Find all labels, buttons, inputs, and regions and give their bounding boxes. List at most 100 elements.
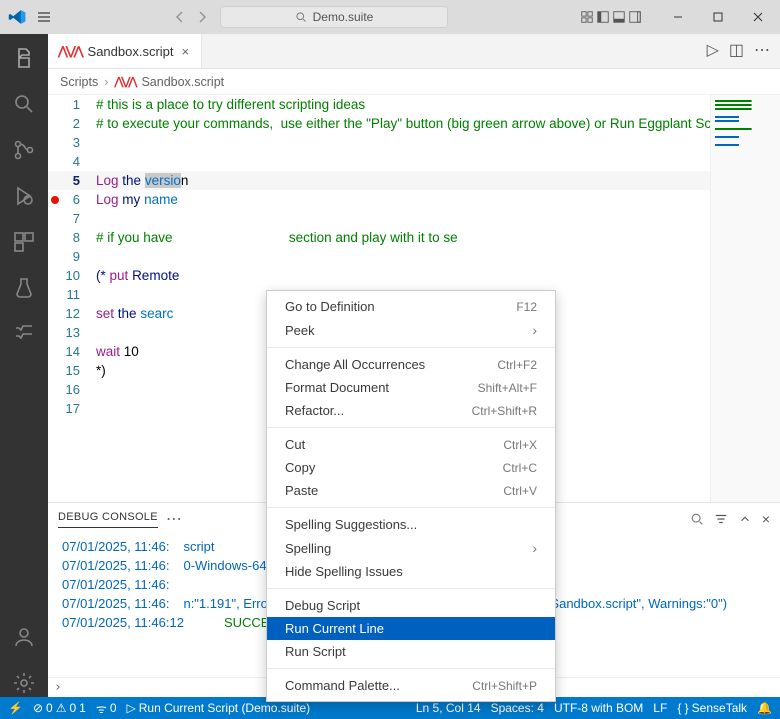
run-debug-icon[interactable] bbox=[10, 182, 38, 210]
menu-item-paste[interactable]: PasteCtrl+V bbox=[267, 479, 555, 502]
tab-sandbox-script[interactable]: ⋀⋁⋀ Sandbox.script × bbox=[48, 34, 202, 68]
run-split-icon[interactable]: ▷ bbox=[707, 43, 719, 59]
accounts-icon[interactable] bbox=[10, 623, 38, 651]
ports-status[interactable]: ᯤ 0 bbox=[96, 700, 117, 717]
menu-item-cut[interactable]: CutCtrl+X bbox=[267, 433, 555, 456]
editor-tabs: ⋀⋁⋀ Sandbox.script × ▷ ◫ ⋯ bbox=[48, 34, 780, 69]
command-center-search[interactable]: Demo.suite bbox=[220, 6, 448, 28]
window-close-button[interactable] bbox=[738, 0, 778, 34]
code-line[interactable]: 5Log the version bbox=[48, 171, 710, 190]
extensions-icon[interactable] bbox=[10, 228, 38, 256]
code-text: wait 10 bbox=[96, 342, 139, 361]
tab-close-icon[interactable]: × bbox=[180, 44, 192, 59]
line-number[interactable]: 8 bbox=[62, 228, 96, 247]
code-line[interactable]: 4 bbox=[48, 152, 710, 171]
problems-status[interactable]: ⊘ 0 ⚠ 0 1 bbox=[33, 701, 86, 715]
testing-icon[interactable] bbox=[10, 274, 38, 302]
code-line[interactable]: 1# this is a place to try different scri… bbox=[48, 95, 710, 114]
code-line[interactable]: 8# if you have section and play with it … bbox=[48, 228, 710, 247]
filter-lines-icon[interactable] bbox=[714, 512, 728, 526]
line-number[interactable]: 1 bbox=[62, 95, 96, 114]
code-text: # to execute your commands, use either t… bbox=[96, 114, 710, 133]
explorer-icon[interactable] bbox=[10, 44, 38, 72]
line-number[interactable]: 12 bbox=[62, 304, 96, 323]
menu-icon[interactable] bbox=[36, 9, 52, 25]
log-timestamp: 07/01/2025, 11:46: bbox=[62, 594, 169, 613]
panel-collapse-icon[interactable] bbox=[738, 512, 752, 526]
menu-item-run-current-line[interactable]: Run Current Line bbox=[267, 617, 555, 640]
remote-indicator[interactable]: ⚡ bbox=[8, 701, 23, 715]
layout-side-left-icon[interactable] bbox=[596, 10, 610, 24]
menu-item-format-document[interactable]: Format DocumentShift+Alt+F bbox=[267, 376, 555, 399]
line-number[interactable]: 17 bbox=[62, 399, 96, 418]
nav-forward-icon[interactable] bbox=[194, 9, 210, 25]
eol-status[interactable]: LF bbox=[653, 701, 667, 715]
code-line[interactable]: 7 bbox=[48, 209, 710, 228]
panel-filter-input[interactable] bbox=[676, 508, 704, 530]
code-line[interactable]: 2# to execute your commands, use either … bbox=[48, 114, 710, 133]
line-number[interactable]: 2 bbox=[62, 114, 96, 133]
breakpoint-icon[interactable] bbox=[51, 196, 59, 204]
search-activity-icon[interactable] bbox=[10, 90, 38, 118]
menu-item-run-script[interactable]: Run Script bbox=[267, 640, 555, 663]
chevron-right-icon: › bbox=[104, 75, 108, 89]
line-number[interactable]: 5 bbox=[62, 171, 96, 190]
main-area: ⋀⋁⋀ Sandbox.script × ▷ ◫ ⋯ Scripts › ⋀⋁⋀… bbox=[0, 34, 780, 697]
panel-overflow-icon[interactable]: ⋯ bbox=[166, 509, 182, 529]
line-number[interactable]: 7 bbox=[62, 209, 96, 228]
settings-gear-icon[interactable] bbox=[10, 669, 38, 697]
line-number[interactable]: 6 bbox=[62, 190, 96, 209]
menu-item-go-to-definition[interactable]: Go to DefinitionF12 bbox=[267, 295, 555, 318]
layout-panel-bottom-icon[interactable] bbox=[612, 10, 626, 24]
log-timestamp: 07/01/2025, 11:46: bbox=[62, 575, 169, 594]
panel-title[interactable]: DEBUG CONSOLE bbox=[58, 511, 158, 528]
menu-item-hide-spelling-issues[interactable]: Hide Spelling Issues bbox=[267, 560, 555, 583]
menu-item-label: Go to Definition bbox=[285, 299, 516, 314]
menu-item-debug-script[interactable]: Debug Script bbox=[267, 594, 555, 617]
line-number[interactable]: 9 bbox=[62, 247, 96, 266]
more-actions-icon[interactable]: ⋯ bbox=[754, 43, 770, 59]
checklist-icon[interactable] bbox=[10, 320, 38, 348]
layout-side-right-icon[interactable] bbox=[628, 10, 642, 24]
line-number[interactable]: 13 bbox=[62, 323, 96, 342]
menu-item-peek[interactable]: Peek bbox=[267, 318, 555, 342]
menu-item-refactor[interactable]: Refactor...Ctrl+Shift+R bbox=[267, 399, 555, 422]
indentation-status[interactable]: Spaces: 4 bbox=[491, 701, 544, 715]
nav-back-icon[interactable] bbox=[172, 9, 188, 25]
cursor-position[interactable]: Ln 5, Col 14 bbox=[416, 701, 481, 715]
script-file-icon: ⋀⋁⋀ bbox=[114, 75, 135, 88]
run-script-status[interactable]: ▷ Run Current Script (Demo.suite) bbox=[127, 701, 311, 715]
menu-item-spelling[interactable]: Spelling bbox=[267, 536, 555, 560]
panel-close-icon[interactable]: × bbox=[762, 511, 770, 527]
window-maximize-button[interactable] bbox=[698, 0, 738, 34]
language-mode-status[interactable]: { } SenseTalk bbox=[677, 701, 747, 715]
log-timestamp: 07/01/2025, 11:46: bbox=[62, 556, 169, 575]
layout-grid-icon[interactable] bbox=[580, 10, 594, 24]
code-line[interactable]: 3 bbox=[48, 133, 710, 152]
code-text: # if you have section and play with it t… bbox=[96, 228, 458, 247]
line-number[interactable]: 3 bbox=[62, 133, 96, 152]
menu-item-label: Command Palette... bbox=[285, 678, 472, 693]
menu-item-change-all-occurrences[interactable]: Change All OccurrencesCtrl+F2 bbox=[267, 353, 555, 376]
menu-item-spelling-suggestions[interactable]: Spelling Suggestions... bbox=[267, 513, 555, 536]
line-number[interactable]: 16 bbox=[62, 380, 96, 399]
menu-item-command-palette[interactable]: Command Palette...Ctrl+Shift+P bbox=[267, 674, 555, 697]
split-editor-icon[interactable]: ◫ bbox=[729, 43, 744, 59]
minimap[interactable] bbox=[710, 95, 780, 502]
editor-column: ⋀⋁⋀ Sandbox.script × ▷ ◫ ⋯ Scripts › ⋀⋁⋀… bbox=[48, 34, 780, 697]
notifications-icon[interactable]: 🔔 bbox=[757, 701, 772, 715]
code-line[interactable]: 10(* put Remote bbox=[48, 266, 710, 285]
menu-item-copy[interactable]: CopyCtrl+C bbox=[267, 456, 555, 479]
code-line[interactable]: 9 bbox=[48, 247, 710, 266]
breadcrumb[interactable]: Scripts › ⋀⋁⋀ Sandbox.script bbox=[48, 69, 780, 95]
code-line[interactable]: 6Log my name bbox=[48, 190, 710, 209]
menu-item-label: Copy bbox=[285, 460, 503, 475]
encoding-status[interactable]: UTF-8 with BOM bbox=[554, 701, 643, 715]
line-number[interactable]: 10 bbox=[62, 266, 96, 285]
line-number[interactable]: 14 bbox=[62, 342, 96, 361]
line-number[interactable]: 11 bbox=[62, 285, 96, 304]
window-minimize-button[interactable] bbox=[658, 0, 698, 34]
line-number[interactable]: 15 bbox=[62, 361, 96, 380]
line-number[interactable]: 4 bbox=[62, 152, 96, 171]
source-control-icon[interactable] bbox=[10, 136, 38, 164]
